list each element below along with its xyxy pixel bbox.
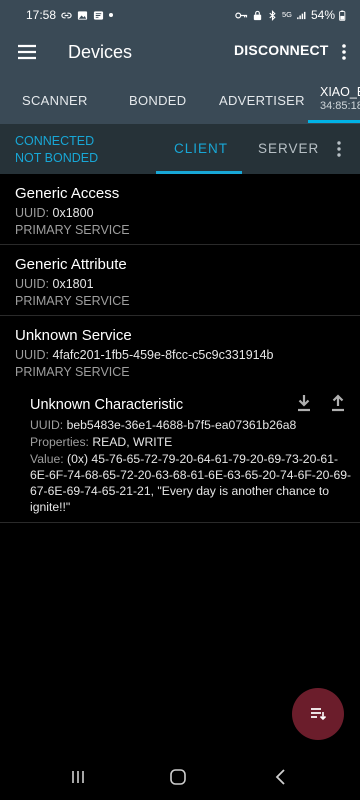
link-icon [61,12,72,18]
bond-status-label: NOT BONDED [15,151,99,165]
system-nav-bar [0,752,360,800]
characteristic-item[interactable]: Unknown Characteristic UUID: beb5483e-36… [0,391,360,523]
list-item-service[interactable]: Unknown Service UUID: 4fafc201-1fb5-459e… [0,316,360,391]
page-title: Devices [68,41,133,62]
list-item-service[interactable]: Generic Access UUID: 0x1800 PRIMARY SERV… [0,174,360,245]
menu-icon [18,44,36,60]
service-name: Unknown Service [15,327,132,344]
characteristic-uuid: UUID: beb5483e-36e1-4688-b7f5-ea07361b26… [30,418,297,432]
overflow-menu-button[interactable] [334,38,354,66]
battery-icon [339,10,346,21]
status-time: 17:58 [26,8,57,22]
tab-advertiser[interactable]: ADVERTISER [219,93,305,108]
dot-icon [109,13,114,17]
recent-apps-button[interactable] [67,766,89,788]
tab-bonded[interactable]: BONDED [129,93,186,108]
service-name: Generic Attribute [15,256,127,273]
download-icon [298,395,310,412]
service-type: PRIMARY SERVICE [15,365,130,379]
characteristic-name: Unknown Characteristic [30,397,184,413]
service-uuid: UUID: 4fafc201-1fb5-459e-8fcc-c5c9c33191… [15,348,274,362]
more-vert-icon [342,44,346,60]
characteristic-value: Value: (0x) 45-76-65-72-79-20-64-61-79-2… [30,452,352,514]
service-name: Generic Access [15,185,120,202]
tab-client[interactable]: CLIENT [174,141,228,156]
bluetooth-icon [269,9,276,21]
device-address: 34:85:18 [320,100,360,112]
tab-scanner[interactable]: SCANNER [22,93,88,108]
network-type: 5G [281,10,292,19]
home-icon [170,769,186,785]
tab-server[interactable]: SERVER [258,141,319,156]
log-list-icon [311,708,327,721]
tab-indicator [308,120,360,123]
characteristic-properties: Properties: READ, WRITE [30,435,173,449]
recent-apps-icon [72,771,84,783]
service-uuid: UUID: 0x1800 [15,206,94,220]
disconnect-button[interactable]: DISCONNECT [234,42,329,58]
read-button[interactable] [294,393,314,413]
more-vert-icon [337,141,341,157]
connection-bar: CONNECTED NOT BONDED CLIENT SERVER [0,124,360,174]
log-fab-button[interactable] [292,688,344,740]
device-name: XIAO_E [320,85,360,99]
lock-icon [253,10,262,20]
menu-button[interactable] [0,30,54,74]
app-bar: Devices DISCONNECT [0,30,360,74]
write-button[interactable] [328,393,348,413]
tab-device[interactable]: XIAO_E 34:85:18 [320,85,360,112]
service-type: PRIMARY SERVICE [15,223,130,237]
signal-icon [297,11,306,19]
service-uuid: UUID: 0x1801 [15,277,94,291]
image-icon [77,10,88,20]
back-button[interactable] [269,766,291,788]
connection-status: CONNECTED NOT BONDED [15,133,98,167]
status-bar: 17:58 5G 54% [0,0,360,30]
back-icon [275,769,285,785]
service-type: PRIMARY SERVICE [15,294,130,308]
key-icon [235,12,248,18]
connected-label: CONNECTED [15,134,95,148]
home-button[interactable] [167,766,189,788]
notification-icon [93,10,104,20]
upload-icon [332,394,344,412]
main-tabs: SCANNER BONDED ADVERTISER XIAO_E 34:85:1… [0,74,360,124]
list-item-service[interactable]: Generic Attribute UUID: 0x1801 PRIMARY S… [0,245,360,316]
battery-level: 54% [310,8,335,22]
connection-overflow-button[interactable] [332,138,346,160]
